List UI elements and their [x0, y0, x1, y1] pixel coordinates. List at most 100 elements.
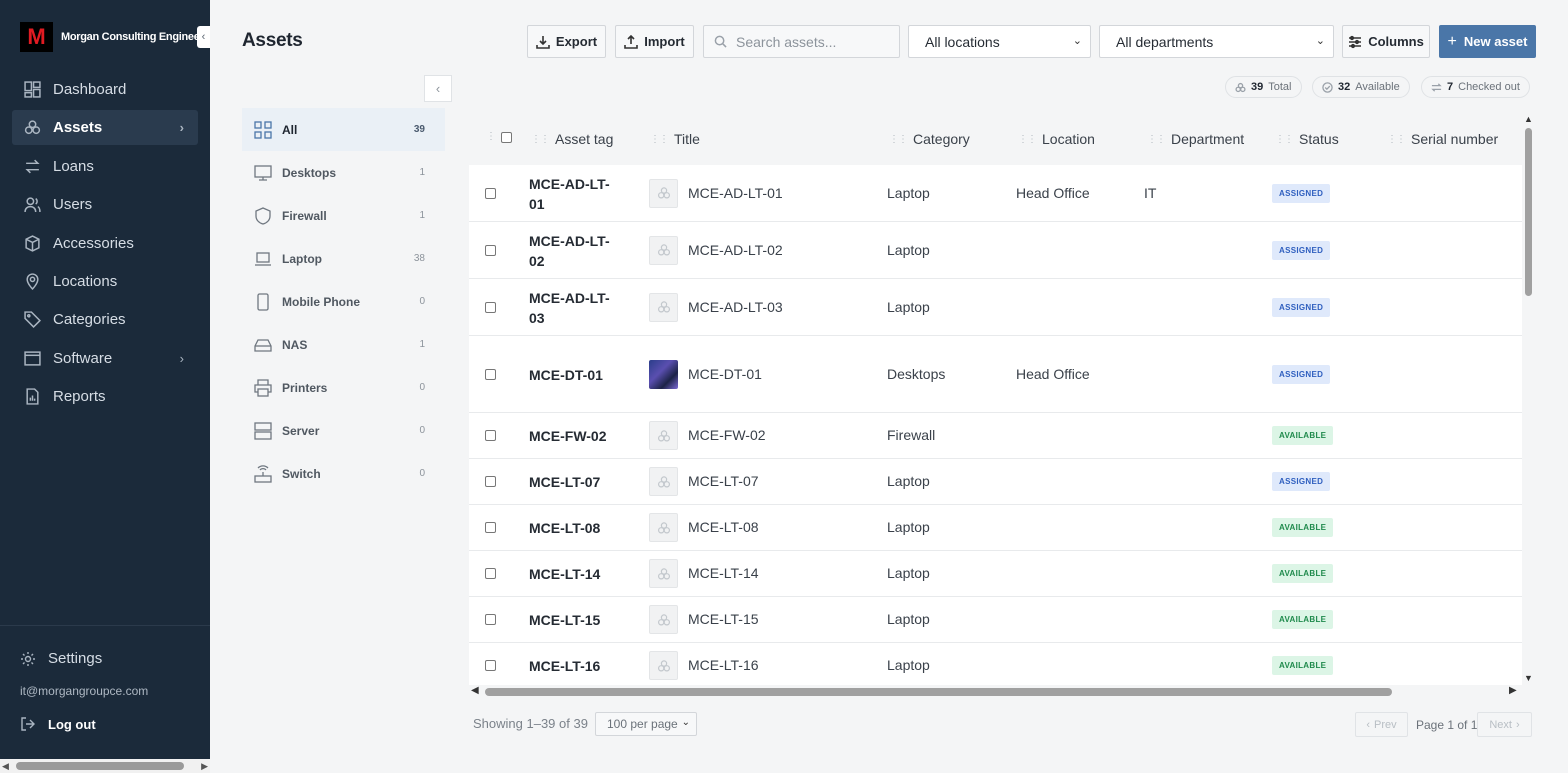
row-checkbox[interactable] [485, 301, 496, 313]
table-row[interactable]: MCE-AD-LT- 02 MCE-AD-LT-02 Laptop ASSIGNED [469, 222, 1522, 279]
nav-item-reports[interactable]: Reports [12, 379, 198, 414]
category-item-laptop[interactable]: Laptop 38 [242, 237, 445, 280]
scroll-right-arrow[interactable]: ▶ [1509, 685, 1517, 696]
table-row[interactable]: MCE-FW-02 MCE-FW-02 Firewall AVAILABLE [469, 413, 1522, 459]
column-header-status[interactable]: ⋮⋮ Status [1275, 131, 1339, 147]
asset-tag[interactable]: MCE-AD-LT- 02 [529, 231, 614, 271]
scrollbar-thumb[interactable] [1525, 128, 1532, 296]
column-header-title[interactable]: ⋮⋮ Title [650, 131, 700, 147]
asset-title[interactable]: MCE-FW-02 [688, 427, 766, 443]
nav-item-categories[interactable]: Categories [12, 302, 198, 337]
next-page-button[interactable]: Next › [1477, 712, 1532, 737]
asset-tag[interactable]: MCE-AD-LT- 01 [529, 174, 614, 214]
category-item-firewall[interactable]: Firewall 1 [242, 194, 445, 237]
table-row[interactable]: MCE-AD-LT- 03 MCE-AD-LT-03 Laptop ASSIGNED [469, 279, 1522, 336]
nav-item-loans[interactable]: Loans [12, 149, 198, 184]
drag-handle-icon[interactable]: ⋮⋮ [650, 134, 669, 145]
nav-item-locations[interactable]: Locations [12, 264, 198, 299]
drag-handle-icon[interactable]: ⋮ [486, 131, 496, 142]
row-checkbox[interactable] [485, 568, 496, 579]
column-header-department[interactable]: ⋮⋮ Department [1147, 131, 1244, 147]
per-page-select[interactable]: 100 per page ⌄ [595, 712, 697, 736]
scrollbar-thumb[interactable] [16, 762, 184, 770]
select-all-checkbox[interactable] [501, 132, 512, 143]
category-item-printers[interactable]: Printers 0 [242, 366, 445, 409]
category-item-all[interactable]: All 39 [242, 108, 445, 151]
row-checkbox[interactable] [485, 660, 496, 671]
table-row[interactable]: MCE-LT-14 MCE-LT-14 Laptop AVAILABLE [469, 551, 1522, 597]
search-box[interactable] [703, 25, 900, 58]
table-horizontal-scrollbar[interactable]: ◀ ▶ [469, 685, 1536, 699]
asset-title[interactable]: MCE-LT-14 [688, 565, 759, 581]
nav-item-accessories[interactable]: Accessories [12, 226, 198, 261]
sidebar-collapse-button[interactable]: ‹ [197, 26, 210, 48]
drag-handle-icon[interactable]: ⋮⋮ [1147, 134, 1166, 145]
drag-handle-icon[interactable]: ⋮⋮ [1387, 134, 1406, 145]
row-checkbox[interactable] [485, 368, 496, 380]
asset-tag[interactable]: MCE-LT-15 [529, 610, 614, 630]
asset-title[interactable]: MCE-AD-LT-01 [688, 185, 783, 201]
table-row[interactable]: MCE-DT-01 MCE-DT-01 Desktops Head Office ASS… [469, 336, 1522, 413]
category-item-nas[interactable]: NAS 1 [242, 323, 445, 366]
asset-title[interactable]: MCE-LT-16 [688, 657, 759, 673]
prev-page-button[interactable]: ‹ Prev [1355, 712, 1408, 737]
asset-tag[interactable]: MCE-DT-01 [529, 365, 614, 385]
table-row[interactable]: MCE-LT-15 MCE-LT-15 Laptop AVAILABLE [469, 597, 1522, 643]
location-filter-select[interactable]: All locations ⌄ [908, 25, 1091, 58]
search-input[interactable] [736, 33, 886, 50]
asset-title[interactable]: MCE-LT-15 [688, 611, 759, 627]
column-header-location[interactable]: ⋮⋮ Location [1018, 131, 1095, 147]
logout-button[interactable]: Log out [20, 716, 96, 732]
asset-tag[interactable]: MCE-LT-08 [529, 518, 614, 538]
column-header-asset-tag[interactable]: ⋮⋮ Asset tag [531, 131, 613, 147]
asset-tag[interactable]: MCE-AD-LT- 03 [529, 288, 614, 328]
row-checkbox[interactable] [485, 187, 496, 199]
category-item-server[interactable]: Server 0 [242, 409, 445, 452]
nav-item-assets[interactable]: Assets › [12, 110, 198, 146]
department-filter-select[interactable]: All departments ⌄ [1099, 25, 1334, 58]
asset-title[interactable]: MCE-LT-07 [688, 473, 759, 489]
category-item-switch[interactable]: Switch 0 [242, 452, 445, 495]
scroll-up-arrow[interactable]: ▲ [1524, 114, 1533, 124]
drag-handle-icon[interactable]: ⋮⋮ [1275, 134, 1294, 145]
scroll-right-arrow[interactable]: ▶ [201, 761, 208, 772]
table-vertical-scrollbar[interactable]: ▲ ▼ [1522, 114, 1536, 685]
asset-title[interactable]: MCE-LT-08 [688, 519, 759, 535]
table-row[interactable]: MCE-AD-LT- 01 MCE-AD-LT-01 Laptop Head Offic… [469, 165, 1522, 222]
table-row[interactable]: MCE-LT-07 MCE-LT-07 Laptop ASSIGNED [469, 459, 1522, 505]
nav-item-software[interactable]: Software › [12, 341, 198, 376]
table-row[interactable]: MCE-LT-16 MCE-LT-16 Laptop AVAILABLE [469, 643, 1522, 685]
drag-handle-icon[interactable]: ⋮⋮ [1018, 134, 1037, 145]
row-checkbox[interactable] [485, 614, 496, 625]
import-button[interactable]: Import [615, 25, 694, 58]
export-button[interactable]: Export [527, 25, 606, 58]
asset-tag[interactable]: MCE-LT-07 [529, 472, 614, 492]
row-checkbox[interactable] [485, 244, 496, 256]
column-header-serial-number[interactable]: ⋮⋮ Serial number [1387, 131, 1498, 147]
asset-tag[interactable]: MCE-FW-02 [529, 426, 614, 446]
sidebar-horizontal-scrollbar[interactable]: ◀ ▶ [0, 759, 210, 773]
nav-item-users[interactable]: Users [12, 187, 198, 222]
row-checkbox[interactable] [485, 430, 496, 441]
drag-handle-icon[interactable]: ⋮⋮ [531, 134, 550, 145]
category-panel-collapse-button[interactable]: ‹ [424, 75, 452, 102]
asset-title[interactable]: MCE-AD-LT-03 [688, 299, 783, 315]
asset-tag[interactable]: MCE-LT-14 [529, 564, 614, 584]
scrollbar-thumb[interactable] [485, 688, 1392, 696]
new-asset-button[interactable]: + New asset [1439, 25, 1536, 58]
row-checkbox[interactable] [485, 522, 496, 533]
asset-title[interactable]: MCE-DT-01 [688, 366, 762, 382]
nav-item-dashboard[interactable]: Dashboard [12, 72, 198, 107]
columns-button[interactable]: Columns [1342, 25, 1430, 58]
asset-title[interactable]: MCE-AD-LT-02 [688, 242, 783, 258]
settings-link[interactable]: Settings [20, 650, 102, 667]
category-item-desktops[interactable]: Desktops 1 [242, 151, 445, 194]
row-checkbox[interactable] [485, 476, 496, 487]
scroll-down-arrow[interactable]: ▼ [1524, 673, 1533, 683]
drag-handle-icon[interactable]: ⋮⋮ [889, 134, 908, 145]
category-item-mobile-phone[interactable]: Mobile Phone 0 [242, 280, 445, 323]
asset-tag[interactable]: MCE-LT-16 [529, 656, 614, 676]
scroll-left-arrow[interactable]: ◀ [471, 685, 479, 696]
scroll-left-arrow[interactable]: ◀ [2, 761, 9, 772]
column-header-category[interactable]: ⋮⋮ Category [889, 131, 970, 147]
